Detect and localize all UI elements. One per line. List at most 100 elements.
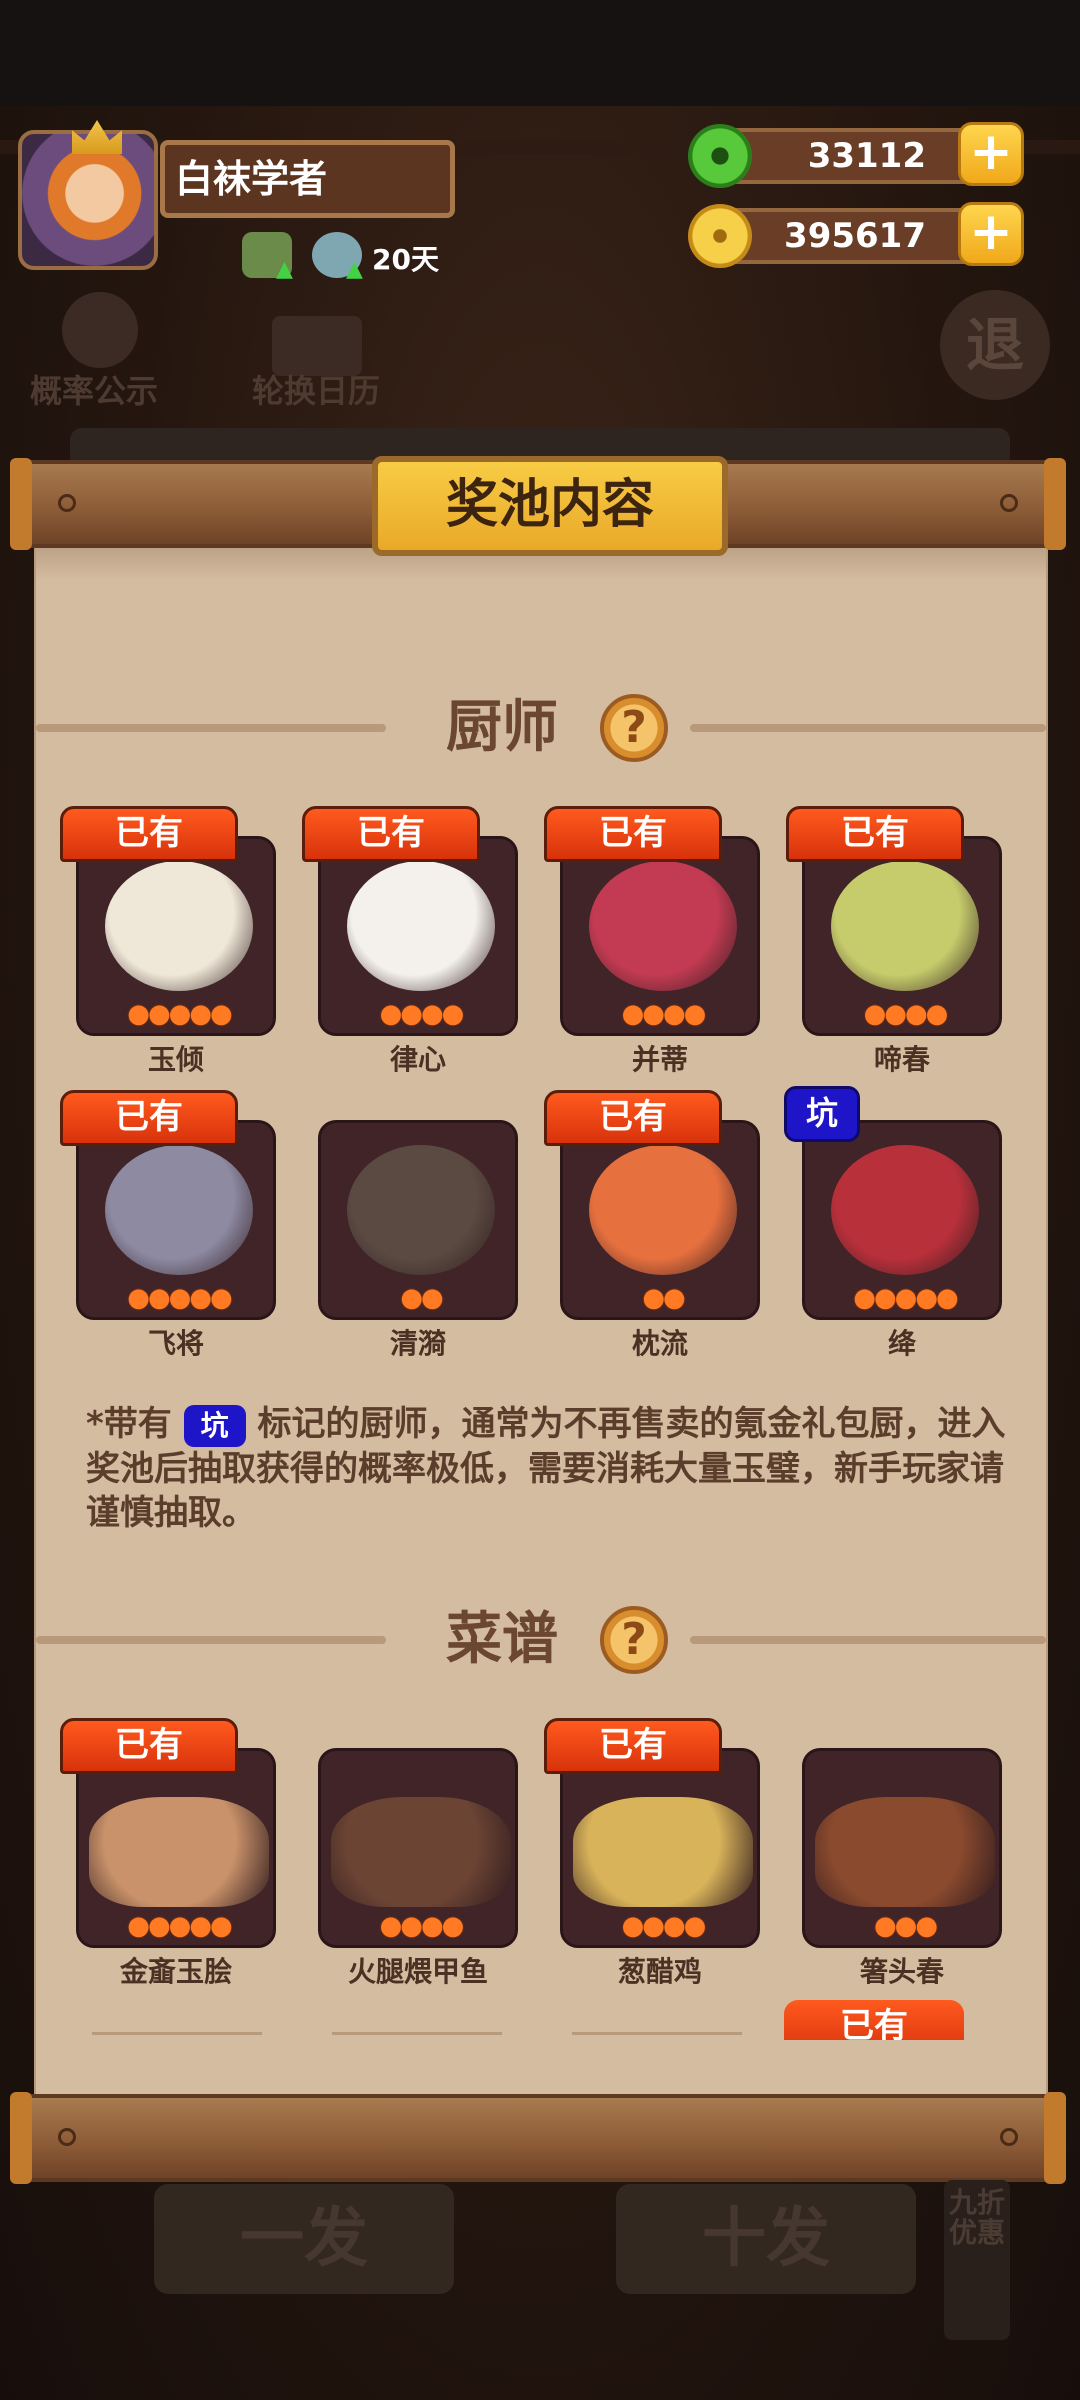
draw-one-button[interactable]: 一发 xyxy=(154,2184,454,2294)
owned-tag: 已有 xyxy=(60,806,238,862)
rarity-stars: ●●●●● xyxy=(127,1283,232,1313)
chef-portrait: ●● xyxy=(318,1120,518,1320)
divider-line xyxy=(572,2032,742,2035)
chef-art xyxy=(347,861,495,991)
chef-portrait: ●●●● xyxy=(560,836,760,1036)
pit-tag: 坑 xyxy=(784,1086,860,1142)
chef-card[interactable]: ●●●●● 玉倾 已有 xyxy=(60,806,276,1076)
reward-pool-panel: 厨师 ? ●●●●● 玉倾 已有 ●●●● 律心 已有 ●●●● 并蒂 已有 ●●●● 啼春 已有 ●●… xyxy=(34,540,1048,2096)
chef-section-header: 厨师 ? xyxy=(36,688,1046,768)
rarity-stars: ●●●●● xyxy=(127,999,232,1029)
back-button[interactable]: 退 xyxy=(940,290,1050,400)
nail-icon xyxy=(1000,2128,1018,2146)
nail-icon xyxy=(1000,494,1018,512)
percent-gear-icon xyxy=(62,292,138,368)
chef-art xyxy=(589,1145,737,1275)
recipe-portrait: ●●● xyxy=(802,1748,1002,1948)
calendar-button[interactable]: 轮换日历 xyxy=(252,366,380,412)
chef-art xyxy=(831,1145,979,1275)
chef-art xyxy=(105,861,253,991)
recipe-art xyxy=(331,1797,511,1907)
rarity-stars: ●●●● xyxy=(863,999,949,1029)
rarity-stars: ●●●● xyxy=(621,1911,707,1941)
chef-card[interactable]: ●● 枕流 已有 xyxy=(544,1090,760,1360)
chef-card[interactable]: ●● 清漪 xyxy=(318,1090,518,1360)
recipe-name: 葱醋鸡 xyxy=(617,1955,702,1988)
discount-tag: 九折优惠 xyxy=(944,2180,1010,2340)
recipe-art xyxy=(815,1797,995,1907)
draw-ten-button[interactable]: 十发 xyxy=(616,2184,916,2294)
recipe-help-button[interactable]: ? xyxy=(600,1606,668,1674)
chef-card[interactable]: ●●●● 律心 已有 xyxy=(302,806,518,1076)
chef-name: 飞将 xyxy=(147,1327,204,1360)
pit-note: *带有 坑 标记的厨师，通常为不再售卖的氪金礼包厨，进入奖池后抽取获得的概率极低… xyxy=(86,1402,1026,1535)
recipe-name: 金齑玉脍 xyxy=(119,1955,232,1988)
recipe-art xyxy=(89,1797,269,1907)
rarity-stars: ●● xyxy=(400,1283,443,1313)
recipe-portrait: ●●●● xyxy=(560,1748,760,1948)
nail-icon xyxy=(58,494,76,512)
note-prefix: *带有 xyxy=(86,1404,172,1444)
jade-disc-icon xyxy=(688,124,752,188)
chef-art xyxy=(831,861,979,991)
arrow-up-icon: ▲ xyxy=(276,257,293,282)
owned-tag-partial: 已有 xyxy=(784,2000,964,2040)
chef-name: 清漪 xyxy=(389,1327,446,1360)
recipe-card[interactable]: ●●●●● 金齑玉脍 已有 xyxy=(60,1718,276,1988)
chef-name: 玉倾 xyxy=(147,1043,204,1076)
rarity-stars: ●●●● xyxy=(379,999,465,1029)
owned-tag: 已有 xyxy=(544,806,722,862)
player-name[interactable]: 白袜学者 xyxy=(160,140,455,218)
recipe-section-title: 菜谱 xyxy=(446,1607,558,1672)
recipe-section-header: 菜谱 ? xyxy=(36,1600,1046,1680)
rarity-stars: ●● xyxy=(642,1283,685,1313)
recipe-art xyxy=(573,1797,753,1907)
chef-card[interactable]: ●●●● 啼春 已有 xyxy=(786,806,1002,1076)
divider-line xyxy=(36,724,386,732)
divider-line xyxy=(92,2032,262,2035)
chef-name: 绛 xyxy=(887,1327,916,1360)
chef-portrait: ●●●●● xyxy=(802,1120,1002,1320)
recipe-card[interactable]: ●●● 箸头春 xyxy=(802,1718,1002,1988)
panel-bottom-frame xyxy=(10,2092,1066,2184)
divider-line xyxy=(690,1636,1046,1644)
chef-card[interactable]: ●●●●● 绛 坑 xyxy=(784,1086,1002,1360)
chef-card[interactable]: ●●●● 并蒂 已有 xyxy=(544,806,760,1076)
divider-line xyxy=(690,724,1046,732)
rarity-stars: ●●● xyxy=(873,1911,938,1941)
add-jade-button[interactable]: + xyxy=(958,122,1024,186)
chef-art xyxy=(105,1145,253,1275)
chef-name: 枕流 xyxy=(631,1327,688,1360)
rarity-stars: ●●●●● xyxy=(853,1283,958,1313)
days-count: 20天 xyxy=(372,243,439,276)
owned-tag: 已有 xyxy=(544,1090,722,1146)
recipe-card[interactable]: ●●●● 葱醋鸡 已有 xyxy=(544,1718,760,1988)
arrow-up-icon: ▲ xyxy=(346,257,363,282)
add-coin-button[interactable]: + xyxy=(958,202,1024,266)
owned-tag: 已有 xyxy=(786,806,964,862)
chef-art xyxy=(347,1145,495,1275)
owned-tag: 已有 xyxy=(302,806,480,862)
recipe-card[interactable]: ●●●● 火腿煨甲鱼 xyxy=(318,1718,518,1988)
rarity-stars: ●●●● xyxy=(379,1911,465,1941)
copper-coin-icon xyxy=(688,204,752,268)
chef-portrait: ●●●●● xyxy=(76,836,276,1036)
chef-help-button[interactable]: ? xyxy=(600,694,668,762)
probability-button[interactable]: 概率公示 xyxy=(30,366,158,412)
chef-portrait: ●●●●● xyxy=(76,1120,276,1320)
recipe-name: 火腿煨甲鱼 xyxy=(347,1955,488,1988)
chef-card[interactable]: ●●●●● 飞将 已有 xyxy=(60,1090,276,1360)
chef-name: 并蒂 xyxy=(631,1043,688,1076)
owned-tag: 已有 xyxy=(544,1718,722,1774)
pit-tag-inline: 坑 xyxy=(183,1404,246,1447)
chef-portrait: ●●●● xyxy=(318,836,518,1036)
chef-name: 律心 xyxy=(389,1043,446,1076)
status-bar xyxy=(0,0,1080,106)
rarity-stars: ●●●●● xyxy=(127,1911,232,1941)
rarity-stars: ●●●● xyxy=(621,999,707,1029)
owned-tag: 已有 xyxy=(60,1718,238,1774)
chef-portrait: ●● xyxy=(560,1120,760,1320)
owned-tag: 已有 xyxy=(60,1090,238,1146)
chef-name: 啼春 xyxy=(873,1043,930,1076)
divider-line xyxy=(332,2032,502,2035)
